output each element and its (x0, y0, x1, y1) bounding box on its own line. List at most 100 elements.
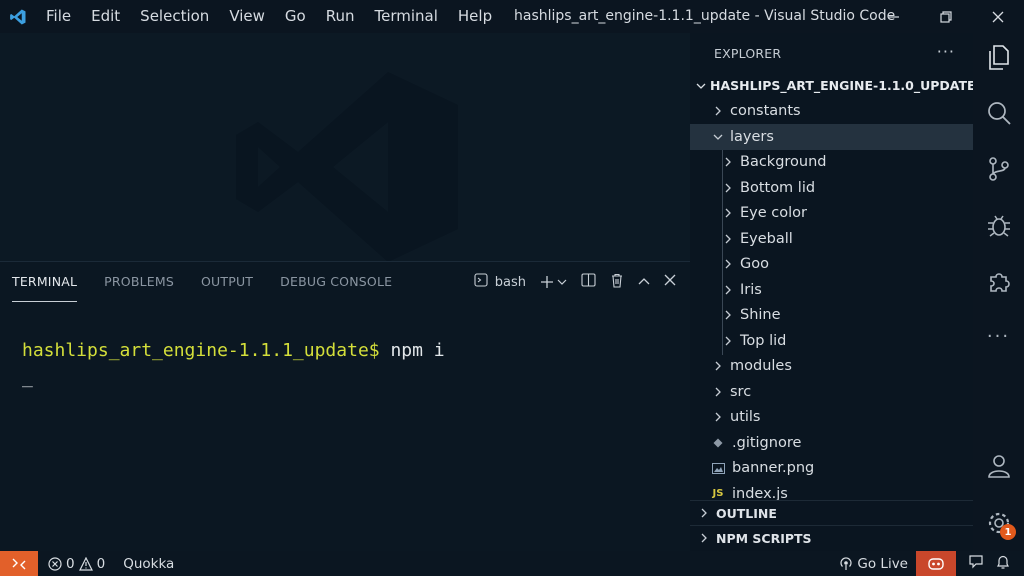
menu-item-view[interactable]: View (219, 0, 275, 33)
tree-item-label: modules (730, 358, 792, 375)
vscode-logo-icon (0, 0, 36, 33)
menu-bar: File Edit Selection View Go Run Terminal Help (36, 0, 502, 33)
restore-button[interactable] (920, 0, 972, 33)
explorer-header: EXPLORER ··· (690, 33, 973, 73)
run-debug-icon[interactable] (973, 213, 1024, 239)
folder-shine[interactable]: Shine (690, 303, 973, 329)
status-bar: 0 0 Quokka Go Live (0, 551, 1024, 576)
file-gitignore[interactable]: .gitignore (690, 430, 973, 456)
maximize-panel-button[interactable] (638, 275, 650, 290)
minimize-button[interactable] (868, 0, 920, 33)
broadcast-icon (840, 556, 852, 570)
menu-item-go[interactable]: Go (275, 0, 316, 33)
title-bar: File Edit Selection View Go Run Terminal Help h… (0, 0, 1024, 33)
section-label: OUTLINE (716, 505, 777, 521)
more-actions-icon[interactable]: ··· (937, 42, 955, 61)
error-icon (48, 556, 62, 571)
window-controls (868, 0, 1024, 33)
chevron-right-icon (696, 533, 712, 543)
tree-item-label: Eye color (740, 205, 807, 222)
remote-indicator-icon[interactable] (0, 551, 38, 576)
tab-problems[interactable]: PROBLEMS (104, 262, 174, 302)
folder-goo[interactable]: Goo (690, 252, 973, 278)
quokka-status[interactable]: Quokka (123, 556, 174, 572)
menu-item-run[interactable]: Run (316, 0, 365, 33)
tab-output[interactable]: OUTPUT (201, 262, 253, 302)
terminal-command: npm i (379, 340, 445, 361)
warning-icon (78, 556, 93, 571)
panel-tabs: TERMINAL PROBLEMS OUTPUT DEBUG CONSOLE (12, 262, 419, 302)
section-label: NPM SCRIPTS (716, 530, 812, 546)
js-icon: JS (712, 488, 724, 500)
tab-terminal[interactable]: TERMINAL (12, 262, 78, 302)
chevron-down-icon (696, 81, 706, 91)
more-views-icon[interactable]: ··· (973, 326, 1024, 347)
file-tree: constants layers Background Bottom lid Eye c… (690, 99, 973, 507)
folder-modules[interactable]: modules (690, 354, 973, 380)
folder-layers[interactable]: layers (690, 124, 973, 150)
go-live-button[interactable]: Go Live (839, 556, 908, 572)
menu-item-file[interactable]: File (36, 0, 81, 33)
indent-guide (722, 150, 723, 355)
close-button[interactable] (972, 0, 1024, 33)
feedback-icon[interactable] (968, 554, 984, 574)
tree-item-label: banner.png (732, 460, 815, 477)
tab-debug-console[interactable]: DEBUG CONSOLE (280, 262, 392, 302)
terminal-prompt: hashlips_art_engine-1.1.1_update$ (22, 340, 380, 361)
folder-background[interactable]: Background (690, 150, 973, 176)
folder-constants[interactable]: constants (690, 99, 973, 125)
tree-item-label: Background (740, 154, 827, 171)
problems-status[interactable]: 0 0 (48, 556, 105, 572)
terminal-line: hashlips_art_engine-1.1.1_update$ npm i (22, 340, 445, 361)
close-panel-button[interactable] (664, 274, 676, 290)
extensions-icon[interactable] (973, 269, 1024, 295)
folder-iris[interactable]: Iris (690, 277, 973, 303)
chevron-right-icon (710, 106, 726, 116)
plus-icon (541, 276, 553, 288)
explorer-title: EXPLORER (714, 45, 782, 61)
explorer-sidebar: EXPLORER ··· HASHLIPS_ART_ENGINE-1.1.0_U… (690, 33, 976, 551)
notifications-bell-icon[interactable] (996, 554, 1010, 574)
tree-item-label: layers (730, 128, 774, 145)
terminal-output[interactable]: hashlips_art_engine-1.1.1_update$ npm i … (22, 340, 445, 388)
terminal-icon (474, 273, 488, 291)
split-terminal-button[interactable] (581, 273, 596, 291)
tree-item-label: Top lid (740, 332, 787, 349)
explorer-icon[interactable] (973, 45, 1024, 71)
section-outline[interactable]: OUTLINE (690, 500, 973, 525)
file-banner-png[interactable]: banner.png (690, 456, 973, 482)
menu-item-selection[interactable]: Selection (130, 0, 219, 33)
account-icon[interactable] (973, 453, 1024, 479)
image-icon (710, 462, 726, 474)
menu-item-terminal[interactable]: Terminal (365, 0, 448, 33)
trash-icon[interactable] (610, 273, 624, 292)
chevron-right-icon (710, 412, 726, 422)
vscode-watermark-icon (228, 67, 463, 261)
folder-eyeball[interactable]: Eyeball (690, 226, 973, 252)
activity-bar: ··· (973, 33, 1024, 551)
chevron-down-icon (710, 132, 726, 142)
error-count: 0 (66, 555, 75, 572)
manage-gear-icon[interactable] (973, 510, 1024, 536)
menu-item-edit[interactable]: Edit (81, 0, 130, 33)
diamond-icon (710, 438, 726, 448)
folder-src[interactable]: src (690, 379, 973, 405)
window-title: hashlips_art_engine-1.1.1_update - Visua… (514, 8, 896, 24)
folder-bottom-lid[interactable]: Bottom lid (690, 175, 973, 201)
workspace-root-label: HASHLIPS_ART_ENGINE-1.1.0_UPDATE (710, 78, 976, 94)
editor-area[interactable] (0, 33, 690, 261)
tree-item-label: .gitignore (732, 434, 802, 451)
search-icon[interactable] (973, 100, 1024, 126)
folder-top-lid[interactable]: Top lid (690, 328, 973, 354)
terminal-shell-selector[interactable]: bash (474, 273, 526, 291)
section-npm-scripts[interactable]: NPM SCRIPTS (690, 525, 973, 550)
workspace-root[interactable]: HASHLIPS_ART_ENGINE-1.1.0_UPDATE (690, 73, 976, 99)
notification-badge: 1 (1000, 524, 1016, 540)
tree-item-label: utils (730, 409, 761, 426)
menu-item-help[interactable]: Help (448, 0, 502, 33)
folder-utils[interactable]: utils (690, 405, 973, 431)
folder-eye-color[interactable]: Eye color (690, 201, 973, 227)
source-control-icon[interactable] (973, 156, 1024, 182)
copilot-icon[interactable] (916, 551, 956, 576)
new-terminal-button[interactable] (540, 275, 567, 289)
